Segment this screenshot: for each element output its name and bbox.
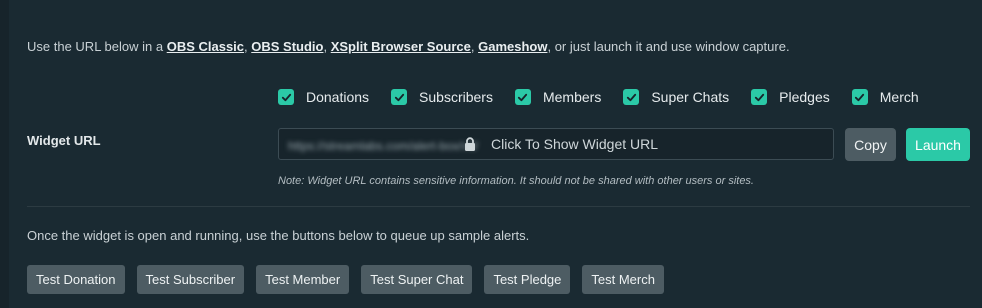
reveal-url-control[interactable]: Click To Show Widget URL — [464, 136, 658, 152]
intro-prefix: Use the URL below in a — [27, 39, 167, 54]
test-buttons: Test Donation Test Subscriber Test Membe… — [27, 265, 676, 294]
test-pledge-button[interactable]: Test Pledge — [484, 265, 571, 294]
checkbox-subscribers[interactable]: Subscribers — [391, 89, 493, 105]
test-subscriber-button[interactable]: Test Subscriber — [136, 265, 245, 294]
copy-button[interactable]: Copy — [845, 128, 896, 161]
checkmark-icon[interactable] — [391, 89, 408, 105]
checkbox-label: Members — [542, 89, 602, 105]
lock-icon — [465, 137, 475, 151]
test-member-button[interactable]: Test Member — [256, 265, 350, 294]
checkmark-icon[interactable] — [278, 89, 294, 105]
link-obs-studio[interactable]: OBS Studio — [251, 39, 323, 54]
intro-separator: , — [323, 39, 331, 54]
checkbox-super-chats[interactable]: Super Chats — [623, 89, 729, 105]
link-xsplit-browser-source[interactable]: XSplit Browser Source — [331, 39, 471, 54]
checkmark-icon[interactable] — [623, 89, 640, 105]
widget-url-field[interactable]: https://streamlabs.com/alert-box/v3/ Cli… — [278, 128, 834, 160]
widget-url-label: Widget URL — [27, 133, 101, 148]
checkbox-pledges[interactable]: Pledges — [751, 89, 830, 105]
test-donation-button[interactable]: Test Donation — [27, 265, 125, 294]
test-merch-button[interactable]: Test Merch — [582, 265, 664, 294]
link-obs-classic[interactable]: OBS Classic — [167, 39, 244, 54]
checkbox-label: Subscribers — [419, 89, 493, 105]
checkmark-icon[interactable] — [514, 89, 531, 105]
checkbox-label: Merch — [879, 89, 919, 105]
intro-text: Use the URL below in a OBS Classic, OBS … — [27, 39, 790, 54]
checkmark-icon[interactable] — [851, 89, 868, 105]
sensitive-info-note: Note: Widget URL contains sensitive info… — [278, 175, 754, 187]
divider — [27, 206, 970, 207]
launch-button[interactable]: Launch — [906, 128, 970, 161]
blurred-url-text: https://streamlabs.com/alert-box/v3/ — [288, 139, 479, 153]
test-super-chat-button[interactable]: Test Super Chat — [361, 265, 473, 294]
intro-suffix: , or just launch it and use window captu… — [547, 39, 790, 54]
checkbox-members[interactable]: Members — [514, 89, 602, 105]
checkbox-label: Pledges — [779, 89, 830, 105]
reveal-url-text: Click To Show Widget URL — [491, 136, 659, 152]
link-gameshow[interactable]: Gameshow — [478, 39, 547, 54]
checkbox-merch[interactable]: Merch — [851, 89, 919, 105]
queue-instructions: Once the widget is open and running, use… — [27, 228, 530, 243]
checkbox-donations[interactable]: Donations — [278, 89, 369, 105]
checkbox-label: Donations — [306, 89, 370, 105]
checkbox-label: Super Chats — [651, 89, 730, 105]
checkmark-icon[interactable] — [751, 89, 768, 105]
alert-type-checkboxes: Donations Subscribers Members Super Chat… — [278, 89, 941, 105]
